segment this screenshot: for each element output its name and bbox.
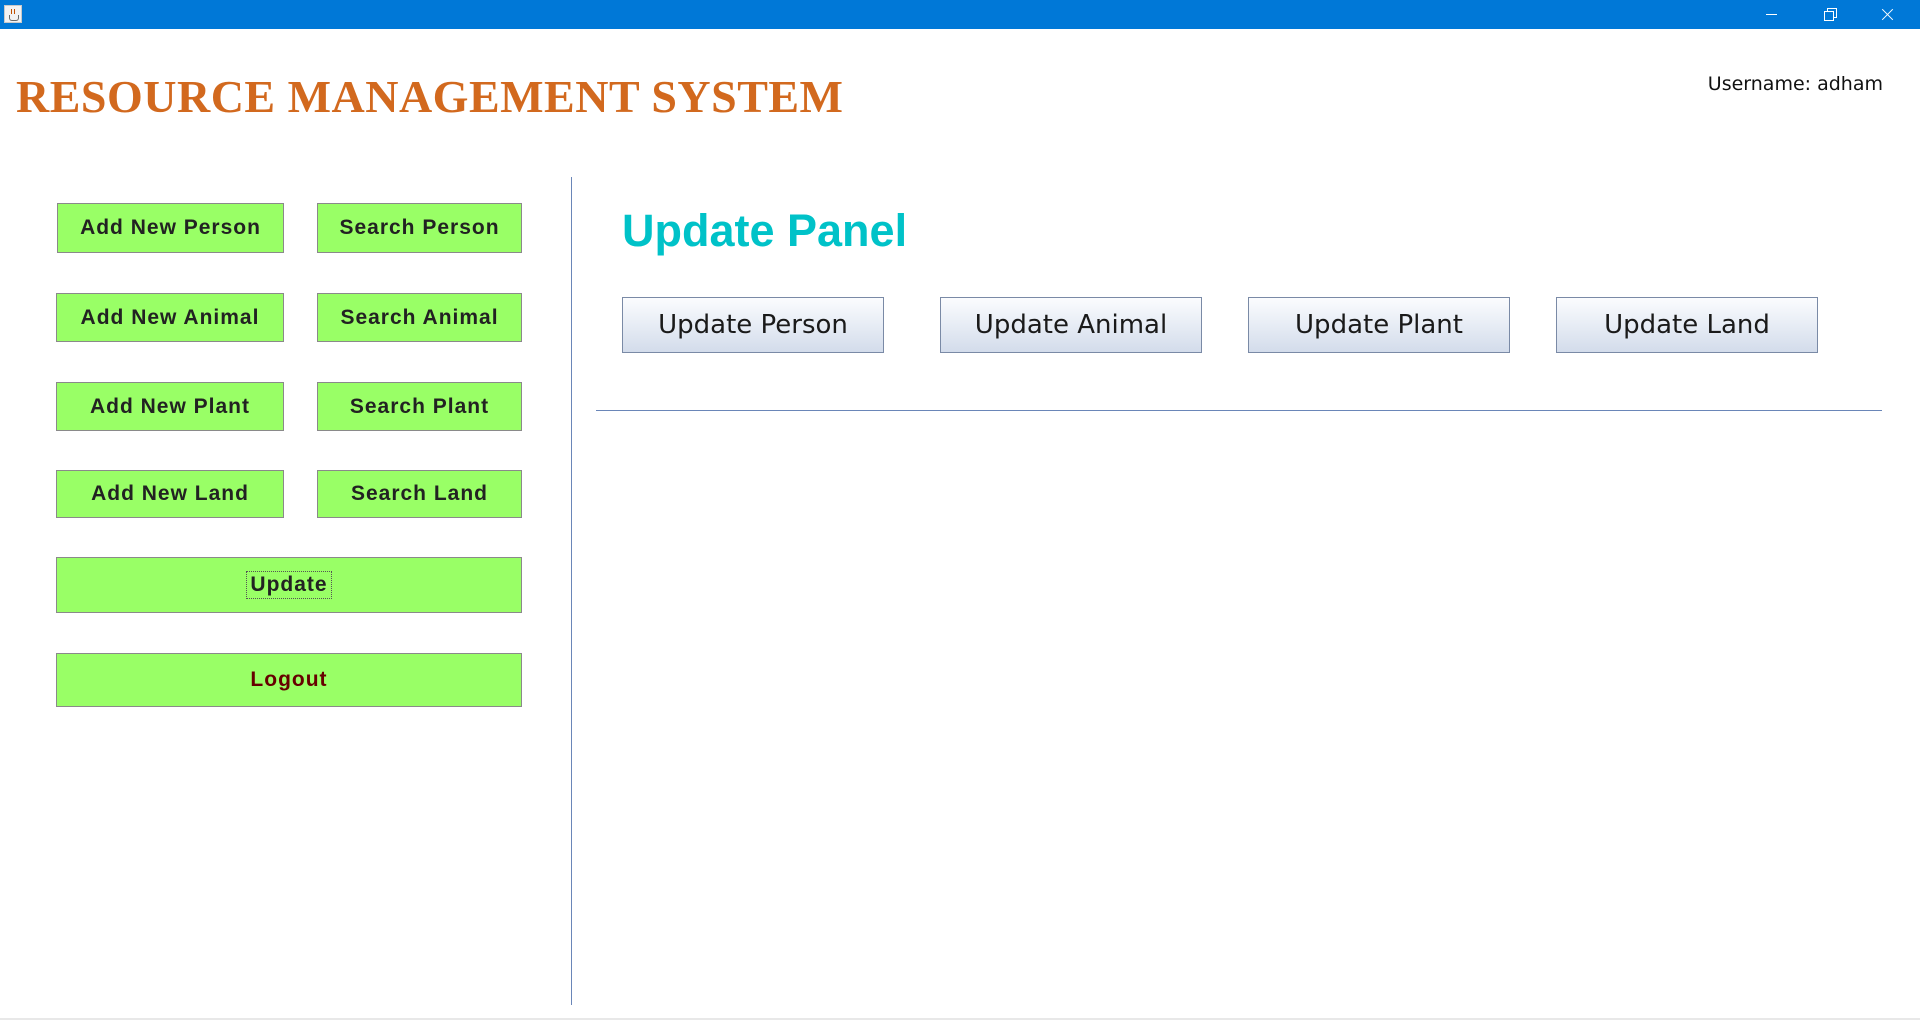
restore-icon[interactable] — [1800, 0, 1858, 29]
button-label: Search Plant — [349, 394, 490, 418]
logout-button[interactable]: Logout — [56, 653, 522, 707]
button-label: Search Land — [350, 482, 489, 505]
app-title: RESOURCE MANAGEMENT SYSTEM — [16, 71, 844, 122]
search-animal-button[interactable]: Search Animal — [317, 293, 522, 342]
add-new-person-button[interactable]: Add New Person — [57, 203, 284, 253]
minimize-icon[interactable] — [1742, 0, 1800, 29]
button-label: Add New Plant — [89, 394, 250, 418]
add-new-plant-button[interactable]: Add New Plant — [56, 382, 284, 431]
update-land-button[interactable]: Update Land — [1556, 297, 1818, 353]
update-button[interactable]: Update — [56, 557, 522, 613]
button-label: Search Animal — [340, 305, 499, 329]
content-divider — [596, 410, 1882, 411]
update-person-button[interactable]: Update Person — [622, 297, 884, 353]
button-label: Add New Person — [80, 216, 261, 239]
java-cup-icon — [4, 5, 22, 23]
window-titlebar — [0, 0, 1920, 29]
update-animal-button[interactable]: Update Animal — [940, 297, 1202, 353]
button-label: Update — [246, 571, 332, 599]
username-label: Username: adham — [1707, 73, 1883, 95]
update-plant-button[interactable]: Update Plant — [1248, 297, 1510, 353]
search-land-button[interactable]: Search Land — [317, 470, 522, 518]
button-label: Add New Animal — [80, 305, 260, 329]
close-icon[interactable] — [1858, 0, 1916, 29]
button-label: Logout — [250, 668, 328, 691]
button-label: Search Person — [339, 216, 500, 239]
panel-title: Update Panel — [622, 205, 908, 256]
panel-divider — [571, 177, 572, 1005]
search-plant-button[interactable]: Search Plant — [317, 382, 522, 431]
add-new-land-button[interactable]: Add New Land — [56, 470, 284, 518]
add-new-animal-button[interactable]: Add New Animal — [56, 293, 284, 342]
button-label: Add New Land — [91, 482, 249, 505]
search-person-button[interactable]: Search Person — [317, 203, 522, 253]
